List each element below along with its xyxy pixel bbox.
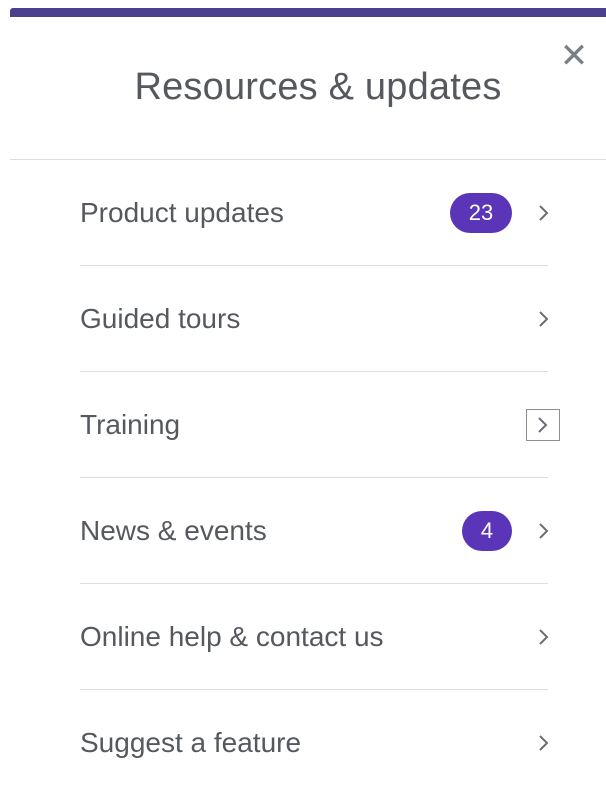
menu-item-label: Training — [80, 408, 181, 440]
count-badge: 4 — [462, 510, 512, 551]
menu-item-training[interactable]: Training — [80, 372, 560, 478]
menu-item-label: Online help & contact us — [80, 620, 384, 652]
menu-item-suggest-feature[interactable]: Suggest a feature — [80, 690, 549, 795]
chevron-right-icon[interactable] — [534, 203, 554, 223]
count-badge: 23 — [450, 192, 512, 233]
menu-item-label: Product updates — [80, 196, 284, 228]
menu-item-label: Guided tours — [80, 302, 241, 334]
chevron-right-icon[interactable] — [526, 408, 560, 441]
resources-panel: ✕ Resources & updates Product updates 23… — [0, 0, 606, 796]
chevron-right-icon[interactable] — [534, 733, 554, 753]
panel-title: Resources & updates — [134, 66, 502, 108]
chevron-right-icon[interactable] — [534, 309, 554, 329]
chevron-right-icon[interactable] — [534, 627, 554, 647]
menu-item-news-events[interactable]: News & events 4 — [80, 478, 549, 584]
menu-item-label: News & events — [80, 514, 267, 546]
panel-accent-bar — [10, 8, 606, 17]
menu-item-product-updates[interactable]: Product updates 23 — [80, 160, 549, 266]
menu-item-guided-tours[interactable]: Guided tours — [80, 266, 549, 372]
menu-item-label: Suggest a feature — [80, 726, 302, 758]
menu-item-online-help[interactable]: Online help & contact us — [80, 584, 549, 690]
resources-menu: Product updates 23 Guided tours Training… — [80, 160, 560, 795]
chevron-right-icon[interactable] — [534, 521, 554, 541]
